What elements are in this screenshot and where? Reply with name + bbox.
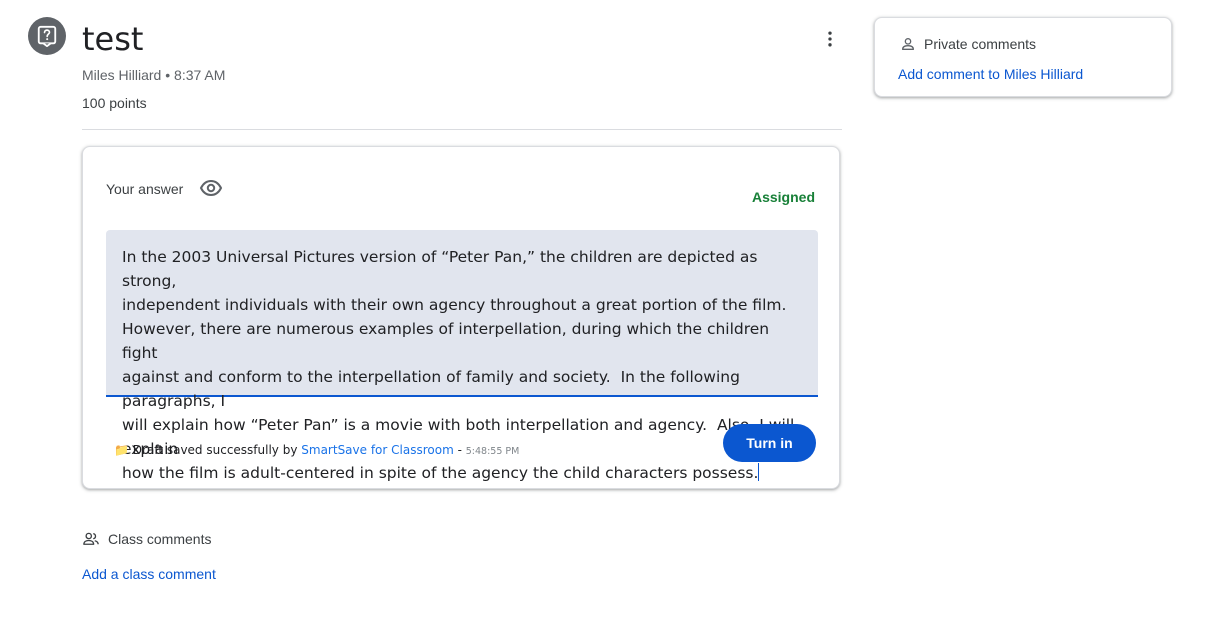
author-name: Miles Hilliard (82, 67, 162, 83)
draft-time: 5:48:55 PM (465, 446, 520, 457)
more-options-button[interactable] (814, 23, 846, 55)
private-comments-card: Private comments Add comment to Miles Hi… (874, 17, 1172, 97)
assignment-title: test (82, 20, 144, 58)
class-comments-header: Class comments (82, 530, 211, 548)
eye-icon[interactable] (199, 176, 223, 200)
draft-status: 📁 Draft saved successfully by SmartSave … (114, 442, 519, 460)
draft-dash: - (457, 443, 462, 457)
turn-in-button[interactable]: Turn in (723, 424, 816, 462)
add-private-comment-link[interactable]: Add comment to Miles Hilliard (898, 65, 1083, 83)
class-comments-title: Class comments (108, 531, 212, 547)
your-answer-label: Your answer (106, 181, 184, 197)
text-cursor (758, 463, 760, 481)
folder-icon: 📁 (114, 443, 129, 457)
assignment-points: 100 points (82, 95, 147, 111)
person-icon (902, 38, 914, 50)
assignment-meta: Miles Hilliard • 8:37 AM (82, 66, 225, 84)
add-class-comment-link[interactable]: Add a class comment (82, 565, 216, 583)
status-badge: Assigned (751, 189, 815, 205)
smartsave-link[interactable]: SmartSave for Classroom (301, 443, 454, 457)
more-vert-icon (828, 31, 832, 47)
header-divider (82, 129, 842, 130)
meta-separator: • (161, 67, 175, 83)
people-icon (83, 532, 99, 545)
private-comments-title: Private comments (924, 36, 1037, 52)
posted-time: 8:37 AM (174, 67, 226, 83)
draft-message: Draft saved successfully by (132, 443, 298, 457)
answer-textarea[interactable]: In the 2003 Universal Pictures version o… (106, 230, 818, 482)
your-work-card: Your answer Assigned In the 2003 Univers… (82, 146, 840, 489)
assignment-question-icon (28, 17, 66, 55)
private-comments-header: Private comments (900, 35, 1036, 53)
